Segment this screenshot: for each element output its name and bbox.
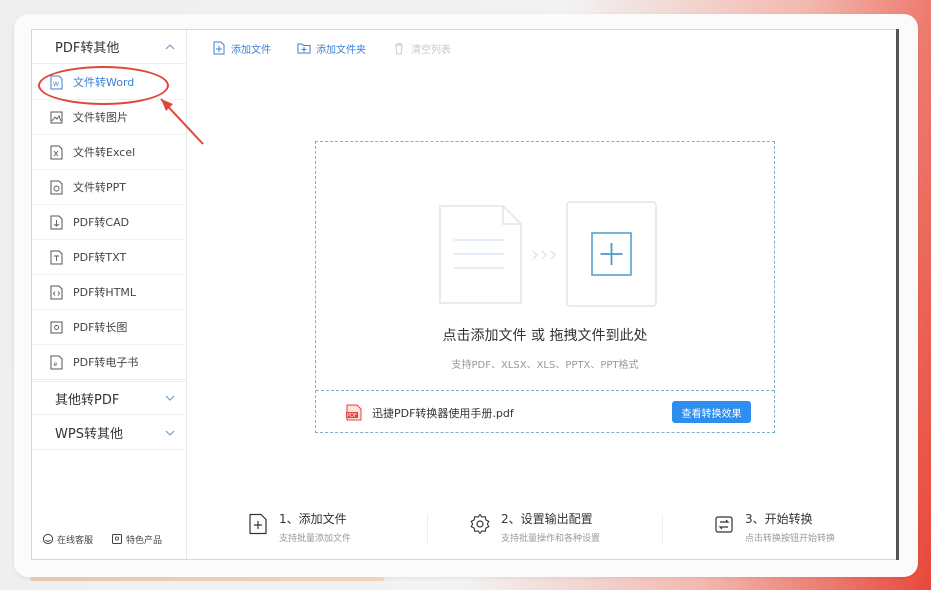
featured-products-label: 特色产品 <box>126 535 163 546</box>
chevrons-right-icon <box>532 250 557 260</box>
sidebar-item-label: PDF转HTML <box>73 286 137 299</box>
sidebar-item-file-to-ppt[interactable]: 文件转PPT <box>32 170 187 205</box>
online-support-link[interactable]: 在线客服 <box>42 533 93 546</box>
add-file-icon <box>213 41 225 55</box>
excel-file-icon <box>50 145 63 159</box>
step-add-file: 1、添加文件 支持批量添加文件 <box>247 510 351 544</box>
gear-icon <box>470 513 490 535</box>
sidebar-item-label: 文件转图片 <box>73 111 128 124</box>
sidebar-item-label: PDF转电子书 <box>73 356 139 369</box>
add-file-label: 添加文件 <box>231 44 271 56</box>
add-folder-button[interactable]: 添加文件夹 <box>297 41 366 56</box>
chevron-up-icon <box>165 43 175 49</box>
drop-zone-subtitle: 支持PDF、XLSX、XLS、PPTX、PPT格式 <box>451 360 639 371</box>
pdf-file-icon: PDF <box>346 404 362 421</box>
add-folder-label: 添加文件夹 <box>316 44 366 56</box>
step-title: 2、设置输出配置 <box>501 512 593 526</box>
svg-text:PDF: PDF <box>347 413 357 419</box>
clear-list-label: 清空列表 <box>411 44 451 56</box>
step-subtitle: 支持批量添加文件 <box>279 534 352 544</box>
headset-icon <box>42 533 54 545</box>
step-separator <box>662 514 663 544</box>
trash-icon <box>395 43 403 55</box>
sidebar-group-label: 其他转PDF <box>55 392 120 408</box>
sample-file-row[interactable]: PDF 迅捷PDF转换器使用手册.pdf <box>346 404 514 421</box>
add-target-icon <box>566 201 657 307</box>
sidebar-item-pdf-to-html[interactable]: PDF转HTML <box>32 275 187 310</box>
add-folder-icon <box>297 43 311 54</box>
sidebar-footer: 在线客服 特色产品 <box>32 527 187 551</box>
long-image-icon <box>50 321 63 333</box>
annotation-circle <box>38 66 169 105</box>
add-file-button[interactable]: 添加文件 <box>212 41 271 56</box>
chevron-down-icon <box>165 430 175 436</box>
html-file-icon <box>50 285 63 299</box>
sidebar-item-label: 文件转Excel <box>73 146 136 159</box>
product-icon <box>112 534 123 544</box>
step-output-settings: 2、设置输出配置 支持批量操作和各种设置 <box>469 510 600 544</box>
sidebar-item-label: PDF转CAD <box>73 216 130 229</box>
sidebar-group-other-to-pdf[interactable]: 其他转PDF <box>32 381 187 415</box>
file-drop-zone[interactable]: 点击添加文件 或 拖拽文件到此处 支持PDF、XLSX、XLS、PPTX、PPT… <box>315 141 775 433</box>
toolbar: 添加文件 添加文件夹 清空列表 <box>212 38 477 58</box>
sidebar-item-label: 文件转PPT <box>73 181 126 194</box>
cad-file-icon <box>50 215 63 229</box>
convert-icon <box>715 516 733 533</box>
sidebar-item-pdf-to-ebook[interactable]: e PDF转电子书 <box>32 345 187 380</box>
sidebar-group-label: WPS转其他 <box>55 427 123 442</box>
view-conversion-result-button[interactable]: 查看转换效果 <box>672 401 751 423</box>
window-right-edge <box>896 29 899 560</box>
image-icon <box>50 111 63 123</box>
document-icon <box>439 205 522 304</box>
drop-zone-title: 点击添加文件 或 拖拽文件到此处 <box>442 328 648 344</box>
sample-file-name: 迅捷PDF转换器使用手册.pdf <box>372 406 514 420</box>
sidebar-item-pdf-to-txt[interactable]: PDF转TXT <box>32 240 187 275</box>
sidebar-group-label: PDF转其他 <box>55 41 120 56</box>
featured-products-link[interactable]: 特色产品 <box>111 533 162 546</box>
frame-accent-bar <box>30 577 384 581</box>
step-separator <box>427 514 428 544</box>
drop-zone-divider <box>316 390 774 391</box>
annotation-arrow-icon <box>160 98 204 145</box>
drop-zone-illustration <box>439 201 657 307</box>
clear-list-button[interactable]: 清空列表 <box>392 41 451 56</box>
ebook-icon: e <box>50 355 63 369</box>
sidebar-item-label: PDF转TXT <box>73 251 127 264</box>
sidebar-item-label: PDF转长图 <box>73 321 128 334</box>
txt-file-icon <box>50 250 63 264</box>
step-subtitle: 点击转换按钮开始转换 <box>745 534 836 544</box>
step-start-conversion: 3、开始转换 点击转换按钮开始转换 <box>713 510 835 544</box>
app-window: PDF转其他 W 文件转Word 文件转图片 文件转Excel 文件转PPT P… <box>31 29 898 560</box>
chevron-down-icon <box>165 395 175 401</box>
sidebar-item-pdf-to-cad[interactable]: PDF转CAD <box>32 205 187 240</box>
step-subtitle: 支持批量操作和各种设置 <box>501 534 601 544</box>
svg-text:e: e <box>54 361 58 368</box>
sidebar-group-wps-to-other[interactable]: WPS转其他 <box>32 416 187 450</box>
ppt-file-icon <box>50 180 63 194</box>
online-support-label: 在线客服 <box>57 535 94 546</box>
step-title: 1、添加文件 <box>279 512 347 526</box>
step-title: 3、开始转换 <box>745 512 813 526</box>
add-file-icon <box>249 513 267 535</box>
sidebar-group-pdf-to-other[interactable]: PDF转其他 <box>32 30 187 64</box>
sidebar-item-pdf-to-long-image[interactable]: PDF转长图 <box>32 310 187 345</box>
